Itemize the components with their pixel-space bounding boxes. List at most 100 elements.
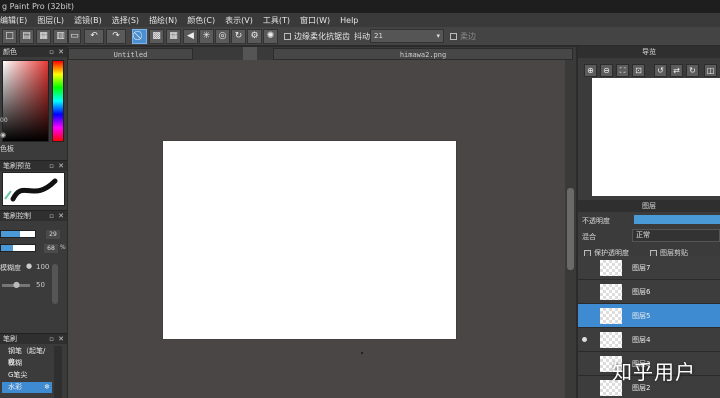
- layer-row[interactable]: 图层6: [578, 280, 720, 304]
- tab-himawa2[interactable]: himawa2.png: [273, 48, 573, 60]
- panel-info-icon[interactable]: ▫: [49, 161, 54, 172]
- settings-icon[interactable]: ✺: [263, 29, 278, 44]
- close-icon[interactable]: ✕: [58, 334, 64, 345]
- layer-thumbnail: [600, 284, 622, 300]
- menu-tools[interactable]: 工具(T): [263, 15, 290, 26]
- right-panel: 导览 ⊕ ⊖ ⛶ ⊡ ↺ ⇄ ↻ ◫ 图层 不透明度 混合 正常 保护透明度 图…: [578, 46, 720, 398]
- brush-stroke-preview: [2, 172, 65, 206]
- menu-edit[interactable]: 编辑(E): [0, 15, 27, 26]
- panel-info-icon[interactable]: ▫: [49, 211, 54, 222]
- actual-size-icon[interactable]: ⊡: [632, 64, 645, 77]
- menu-help[interactable]: Help: [340, 16, 358, 25]
- layer-opacity-slider[interactable]: [634, 215, 720, 224]
- rotate-left-icon[interactable]: ↺: [654, 64, 667, 77]
- select-all-icon[interactable]: ▩: [149, 29, 164, 44]
- size-slider-fill: [1, 231, 20, 237]
- blend-mode-value: 正常: [636, 231, 650, 239]
- blend-mode-dropdown[interactable]: 正常: [632, 229, 720, 242]
- palette-icon[interactable]: ◉: [0, 131, 6, 139]
- hue-slider[interactable]: [52, 60, 64, 142]
- reset-view-icon[interactable]: ◫: [704, 64, 717, 77]
- close-icon[interactable]: ✕: [58, 47, 64, 58]
- brush-control-title: 笔刷控制: [3, 212, 31, 220]
- canvas-vertical-scrollbar[interactable]: [565, 60, 576, 398]
- fit-screen-icon[interactable]: ⛶: [616, 64, 629, 77]
- size-value[interactable]: 29: [46, 230, 60, 239]
- new-file-icon[interactable]: □: [2, 29, 17, 44]
- rotate-icon[interactable]: ↻: [231, 29, 246, 44]
- flip-icon[interactable]: ⇄: [670, 64, 683, 77]
- redo-icon[interactable]: ↷: [106, 29, 126, 44]
- brush-control-header: 笔刷控制 ▫ ✕: [0, 210, 67, 221]
- close-icon[interactable]: ✕: [58, 211, 64, 222]
- navigator-title: 导览: [642, 48, 656, 56]
- layer-row-selected[interactable]: 图层5: [578, 304, 720, 328]
- undo-icon[interactable]: ↶: [84, 29, 104, 44]
- layer-opacity-label: 不透明度: [582, 217, 610, 225]
- brush-list-title: 笔刷: [3, 335, 17, 343]
- pattern-icon[interactable]: ▦: [166, 29, 181, 44]
- radial-icon[interactable]: ◎: [215, 29, 230, 44]
- opacity-value[interactable]: 68: [44, 244, 58, 253]
- zoom-out-icon[interactable]: ⊖: [600, 64, 613, 77]
- navigator-header: 导览: [578, 46, 720, 58]
- blend-mode-label: 混合: [582, 233, 596, 241]
- layer-row[interactable]: 图层7: [578, 256, 720, 280]
- menu-filter[interactable]: 滤镜(B): [74, 15, 102, 26]
- panel-info-icon[interactable]: ▫: [49, 47, 54, 58]
- menu-draw[interactable]: 描绘(N): [149, 15, 177, 26]
- tab-untitled[interactable]: Untitled: [68, 48, 193, 60]
- triangle-icon[interactable]: ◀: [183, 29, 198, 44]
- brush-item-label: 水彩: [8, 383, 22, 391]
- panel-toggle-icon[interactable]: ▭: [68, 29, 81, 44]
- antialias-checkbox[interactable]: 边缘柔化抗锯齿: [284, 31, 350, 42]
- save-file-icon[interactable]: ▦: [36, 29, 51, 44]
- scrollbar-thumb[interactable]: [567, 188, 574, 270]
- layer-thumbnail: [600, 260, 622, 276]
- layer-name: 图层6: [632, 288, 651, 296]
- visibility-icon[interactable]: [582, 337, 587, 342]
- zoom-in-icon[interactable]: ⊕: [584, 64, 597, 77]
- panel-info-icon[interactable]: ▫: [49, 334, 54, 345]
- canvas-area[interactable]: [68, 60, 565, 398]
- opacity-slider[interactable]: [0, 244, 36, 252]
- gear-icon[interactable]: ⚙: [247, 29, 262, 44]
- document-tab-bar: Untitled himawa2.png: [68, 47, 576, 60]
- brush-settings-icon[interactable]: ❄: [44, 382, 50, 393]
- palette-label[interactable]: 色板: [0, 144, 14, 154]
- stabilizer-dropdown[interactable]: 21 ▾: [370, 29, 444, 43]
- menu-select[interactable]: 选择(S): [112, 15, 139, 26]
- brush-item[interactable]: 模糊: [2, 358, 52, 369]
- no-selection-icon[interactable]: ⃠: [132, 29, 147, 44]
- brush-item[interactable]: 钢笔（起笔/收: [2, 346, 52, 366]
- open-file-icon[interactable]: ▤: [19, 29, 34, 44]
- soft-edge-checkbox[interactable]: 柔边: [450, 31, 476, 42]
- layer-name: 图层4: [632, 336, 651, 344]
- drawing-canvas[interactable]: [163, 141, 456, 339]
- size-slider[interactable]: [0, 230, 36, 238]
- menu-window[interactable]: 窗口(W): [300, 15, 330, 26]
- spacing-value: 50: [36, 281, 45, 289]
- layer-thumbnail: [600, 332, 622, 348]
- brush-item-selected[interactable]: 水彩 ❄: [2, 382, 52, 393]
- soft-edge-label: 柔边: [460, 32, 476, 41]
- navigator-preview[interactable]: [592, 78, 720, 196]
- sparkle-icon[interactable]: ✳: [199, 29, 214, 44]
- close-icon[interactable]: ✕: [58, 161, 64, 172]
- menu-color[interactable]: 颜色(C): [187, 15, 215, 26]
- rotate-right-icon[interactable]: ↻: [686, 64, 699, 77]
- brush-control-scrollbar[interactable]: [52, 264, 58, 304]
- brush-item[interactable]: G笔尖: [2, 370, 52, 381]
- menu-view[interactable]: 表示(V): [225, 15, 253, 26]
- brush-list-scrollbar[interactable]: [54, 346, 62, 398]
- menu-layer[interactable]: 图层(L): [37, 15, 64, 26]
- brush-preview-title: 笔刷预览: [3, 162, 31, 170]
- layer-row[interactable]: 图层4: [578, 328, 720, 352]
- document-icon[interactable]: ▥: [53, 29, 68, 44]
- tab-gap: [243, 47, 257, 60]
- color-saturation-square[interactable]: [2, 60, 49, 142]
- blur-knob-icon[interactable]: ●: [26, 262, 32, 270]
- menu-bar: 编辑(E) 图层(L) 滤镜(B) 选择(S) 描绘(N) 颜色(C) 表示(V…: [0, 13, 720, 27]
- spacing-knob-icon[interactable]: ●: [13, 280, 20, 289]
- antialias-check-icon: [284, 33, 291, 40]
